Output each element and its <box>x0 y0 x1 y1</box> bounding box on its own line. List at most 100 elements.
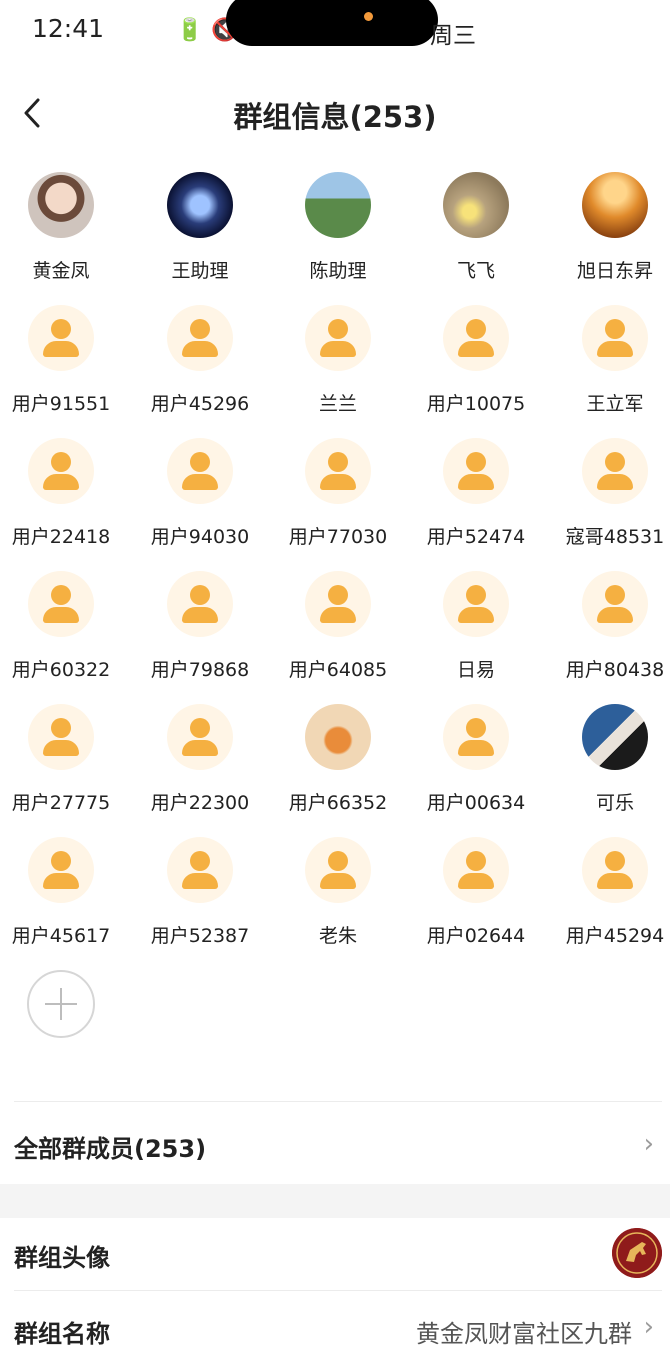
group-name-value: 黄金凤财富社区九群 <box>416 1320 632 1348</box>
member-name: 用户79868 <box>150 659 250 681</box>
member-name: 老朱 <box>318 925 357 947</box>
member-item[interactable]: 用户79868 <box>131 569 269 693</box>
member-item[interactable]: 日易 <box>407 569 545 693</box>
member-item[interactable]: 用户22418 <box>0 436 130 560</box>
default-user-icon <box>167 837 233 903</box>
avatar <box>167 172 233 238</box>
member-item[interactable]: 用户10075 <box>407 303 545 427</box>
member-name: 用户60322 <box>11 659 111 681</box>
member-name: 用户52387 <box>150 925 250 947</box>
group-name-row[interactable]: 群组名称 黄金凤财富社区九群 › <box>0 1292 670 1369</box>
member-name: 用户00634 <box>426 792 526 814</box>
member-item[interactable]: 陈助理 <box>269 170 407 294</box>
member-item[interactable]: 旭日东昇 <box>546 170 670 294</box>
all-members-row[interactable]: 全部群成员(253) › <box>0 1105 670 1183</box>
member-name: 用户02644 <box>426 925 526 947</box>
member-name: 旭日东昇 <box>576 260 653 282</box>
member-name: 寇哥48531 <box>565 526 665 548</box>
member-name: 用户45294 <box>565 925 665 947</box>
camera-notch <box>226 0 438 46</box>
avatar <box>28 172 94 238</box>
member-item[interactable]: 用户45294 <box>546 835 670 959</box>
member-name: 飞飞 <box>456 260 495 282</box>
default-user-icon <box>305 837 371 903</box>
member-item[interactable]: 寇哥48531 <box>546 436 670 560</box>
member-item[interactable]: 用户27775 <box>0 702 130 826</box>
member-item[interactable]: 用户94030 <box>131 436 269 560</box>
avatar <box>582 704 648 770</box>
member-name: 用户22300 <box>150 792 250 814</box>
group-avatar-image[interactable] <box>612 1228 662 1278</box>
member-item[interactable]: 用户91551 <box>0 303 130 427</box>
member-name: 用户64085 <box>288 659 388 681</box>
divider <box>14 1101 662 1102</box>
page-title: 群组信息(253) <box>233 100 437 134</box>
member-item[interactable]: 用户60322 <box>0 569 130 693</box>
member-name: 用户77030 <box>288 526 388 548</box>
status-day: 周三 <box>430 23 476 49</box>
chevron-right-icon: › <box>643 1129 654 1159</box>
member-name: 用户45617 <box>11 925 111 947</box>
member-name: 用户80438 <box>565 659 665 681</box>
avatar <box>582 172 648 238</box>
member-name: 用户27775 <box>11 792 111 814</box>
section-gap <box>0 1184 670 1218</box>
default-user-icon <box>305 571 371 637</box>
member-item[interactable]: 可乐 <box>546 702 670 826</box>
avatar <box>305 172 371 238</box>
default-user-icon <box>28 438 94 504</box>
member-item[interactable]: 用户52387 <box>131 835 269 959</box>
default-user-icon <box>167 305 233 371</box>
nav-bar: 群组信息(253) <box>0 80 670 144</box>
default-user-icon <box>305 305 371 371</box>
member-item[interactable]: 用户45617 <box>0 835 130 959</box>
member-name: 王立军 <box>586 393 644 415</box>
member-item[interactable]: 兰兰 <box>269 303 407 427</box>
avatar <box>443 172 509 238</box>
chevron-right-icon: › <box>643 1312 654 1342</box>
member-item[interactable]: 用户64085 <box>269 569 407 693</box>
member-name: 王助理 <box>171 260 229 282</box>
default-user-icon <box>582 571 648 637</box>
group-avatar-label: 群组头像 <box>14 1244 110 1272</box>
default-user-icon <box>443 571 509 637</box>
default-user-icon <box>443 837 509 903</box>
default-user-icon <box>582 837 648 903</box>
member-item[interactable]: 王助理 <box>131 170 269 294</box>
default-user-icon <box>443 438 509 504</box>
member-name: 黄金凤 <box>32 260 90 282</box>
member-item[interactable]: 用户77030 <box>269 436 407 560</box>
default-user-icon <box>28 571 94 637</box>
default-user-icon <box>305 438 371 504</box>
member-name: 用户22418 <box>11 526 111 548</box>
member-item[interactable]: 飞飞 <box>407 170 545 294</box>
member-name: 用户52474 <box>426 526 526 548</box>
all-members-label: 全部群成员(253) <box>14 1135 207 1163</box>
member-name: 陈助理 <box>309 260 367 282</box>
member-item[interactable]: 用户52474 <box>407 436 545 560</box>
group-name-label: 群组名称 <box>14 1320 110 1348</box>
default-user-icon <box>28 837 94 903</box>
member-item[interactable]: 用户66352 <box>269 702 407 826</box>
member-name: 可乐 <box>595 792 634 814</box>
member-name: 用户94030 <box>150 526 250 548</box>
member-name: 兰兰 <box>318 393 357 415</box>
divider <box>14 1290 662 1291</box>
member-item[interactable]: 用户02644 <box>407 835 545 959</box>
member-item[interactable]: 老朱 <box>269 835 407 959</box>
member-item[interactable]: 用户45296 <box>131 303 269 427</box>
group-avatar-row[interactable]: 群组头像 <box>0 1218 670 1290</box>
member-item[interactable]: 王立军 <box>546 303 670 427</box>
member-name: 日易 <box>456 659 495 681</box>
member-item[interactable]: 用户00634 <box>407 702 545 826</box>
member-item[interactable]: 黄金凤 <box>0 170 130 294</box>
member-name: 用户66352 <box>288 792 388 814</box>
status-time: 12:41 <box>32 14 105 43</box>
camera-indicator-dot <box>364 12 373 21</box>
member-item[interactable]: 用户22300 <box>131 702 269 826</box>
member-name: 用户45296 <box>150 393 250 415</box>
default-user-icon <box>582 305 648 371</box>
member-item[interactable]: 用户80438 <box>546 569 670 693</box>
add-member-button[interactable] <box>27 970 95 1038</box>
default-user-icon <box>28 305 94 371</box>
